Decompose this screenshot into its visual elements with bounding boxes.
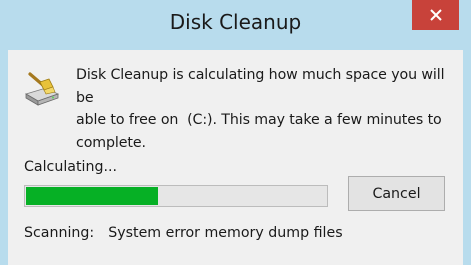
window-title: Disk Cleanup — [169, 10, 302, 34]
message-line-3: complete. — [76, 134, 146, 151]
info-message: Disk Cleanup is calculating how much spa… — [76, 64, 456, 154]
disk-cleanup-icon — [25, 72, 60, 106]
disk-cleanup-window: Disk Cleanup Disk Cleanup is calculating… — [0, 0, 471, 265]
message-line-1: Disk Cleanup is calculating how much spa… — [76, 67, 445, 106]
close-icon — [429, 9, 442, 21]
scanning-label: Scanning: — [24, 225, 95, 241]
cancel-button[interactable]: Cancel — [348, 176, 445, 211]
scanning-value: System error memory dump files — [108, 225, 343, 241]
title-bar[interactable]: Disk Cleanup — [0, 0, 471, 48]
scanning-status: Scanning: System error memory dump files — [24, 225, 343, 241]
message-line-2: able to free on (C:). This may take a fe… — [76, 112, 442, 128]
dialog-body: Disk Cleanup is calculating how much spa… — [8, 50, 463, 265]
close-button[interactable] — [412, 0, 459, 30]
progress-fill — [26, 187, 158, 205]
calculating-label: Calculating... — [24, 159, 118, 175]
progress-bar — [24, 185, 328, 207]
